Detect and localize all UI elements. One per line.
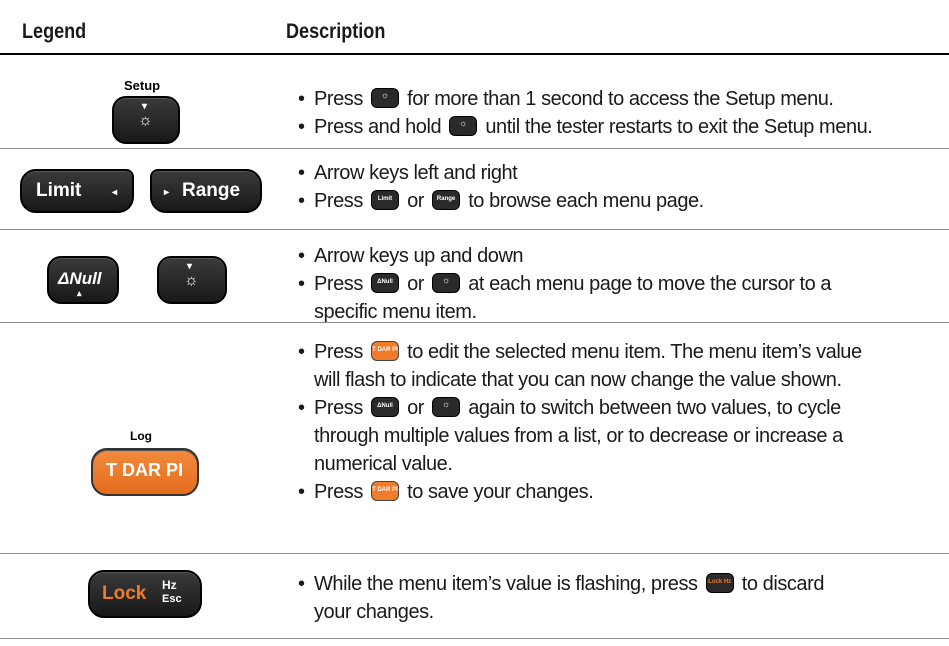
limit-key-icon: Limit — [370, 189, 399, 210]
table-row: Log T DAR PI Press T DAR PI to edit the … — [0, 323, 949, 554]
setup-key: ▾ ☼ — [112, 96, 180, 144]
list-item: Press ΔNull or ☼ at each menu page to mo… — [298, 270, 832, 326]
list-item: Press ΔNull or ☼ again to switch between… — [298, 394, 862, 478]
range-key: ▸ Range — [150, 169, 262, 213]
down-arrow-icon: ▾ — [187, 261, 193, 272]
limit-key: Limit ◂ — [20, 169, 134, 213]
description-cell: Arrow keys up and down Press ΔNull or ☼ … — [298, 230, 938, 323]
null-key-icon: ΔNull — [370, 272, 399, 293]
null-key: ΔNull ▴ — [47, 256, 119, 304]
legend-cell: Log T DAR PI — [0, 323, 280, 553]
null-key-icon: ΔNull — [370, 396, 399, 417]
list-item: Press ☼ for more than 1 second to access… — [298, 85, 872, 113]
description-cell: Arrow keys left and right Press Limit or… — [298, 149, 938, 229]
list-item: While the menu item’s value is flashing,… — [298, 570, 824, 626]
list-item: Arrow keys left and right — [298, 159, 704, 187]
setup-key-icon: ☼ — [449, 115, 478, 136]
list-item: Press and hold ☼ until the tester restar… — [298, 113, 873, 141]
down-key-icon: ☼ — [432, 272, 461, 293]
legend-cell: ΔNull ▴ ▾ ☼ — [0, 230, 280, 322]
left-arrow-icon: ◂ — [112, 187, 118, 198]
down-arrow-icon: ▾ — [142, 101, 148, 112]
table-row: Limit ◂ ▸ Range Arrow keys left and righ… — [0, 149, 949, 230]
description-cell: While the menu item’s value is flashing,… — [298, 554, 938, 638]
list-item: Arrow keys up and down — [298, 242, 831, 270]
list-item: Press Limit or Range to browse each menu… — [298, 187, 704, 215]
page: Legend Description Setup ▾ ☼ Press ☼ for… — [0, 0, 949, 646]
list-item: Press T DAR PI to edit the selected menu… — [298, 338, 862, 394]
up-arrow-icon: ▴ — [77, 288, 82, 298]
list-item: Press T DAR PI to save your changes. — [298, 478, 862, 506]
backlight-icon: ☼ — [184, 272, 199, 289]
range-key-icon: Range — [432, 189, 461, 210]
description-cell: Press T DAR PI to edit the selected menu… — [298, 323, 938, 553]
table-row: Lock Hz Esc While the menu item’s value … — [0, 554, 949, 639]
right-arrow-icon: ▸ — [164, 187, 170, 198]
legend-cell: Limit ◂ ▸ Range — [0, 149, 280, 229]
legend-header: Legend — [22, 20, 87, 43]
tdarpi-key: T DAR PI — [91, 448, 199, 496]
log-label: Log — [130, 429, 152, 443]
lock-key: Lock Hz Esc — [88, 570, 202, 618]
table-header: Legend Description — [0, 10, 949, 55]
setup-label: Setup — [124, 78, 161, 93]
down-key: ▾ ☼ — [157, 256, 227, 304]
table-row: ΔNull ▴ ▾ ☼ Arrow keys up and down Press… — [0, 230, 949, 323]
setup-key-icon: ☼ — [370, 87, 399, 108]
tdarpi-key-icon: T DAR PI — [370, 480, 399, 501]
legend-cell: Setup ▾ ☼ — [0, 56, 280, 148]
backlight-icon: ☼ — [138, 112, 153, 129]
description-cell: Press ☼ for more than 1 second to access… — [298, 56, 938, 148]
legend-cell: Lock Hz Esc — [0, 554, 280, 638]
tdarpi-key-icon: T DAR PI — [370, 340, 399, 361]
lock-key-icon: Lock Hz — [705, 572, 734, 593]
description-header: Description — [286, 20, 386, 43]
down-key-icon: ☼ — [432, 396, 461, 417]
table-row: Setup ▾ ☼ Press ☼ for more than 1 second… — [0, 56, 949, 149]
